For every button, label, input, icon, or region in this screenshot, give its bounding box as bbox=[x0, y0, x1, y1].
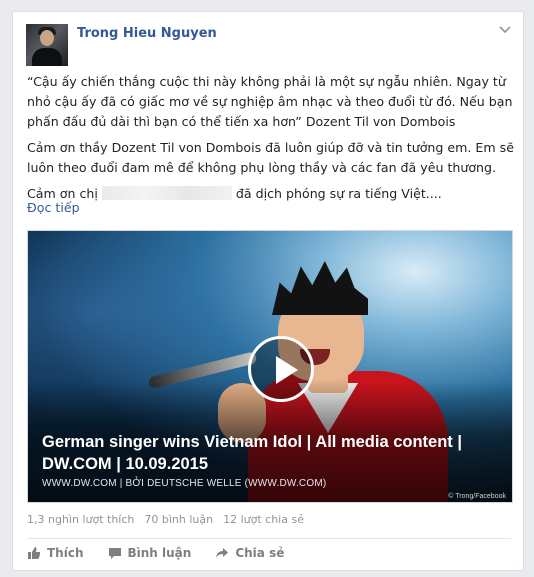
post-paragraph-thanks: Cảm ơn thầy Dozent Til von Dombois đã lu… bbox=[27, 140, 514, 175]
see-more-link[interactable]: Đọc tiếp bbox=[27, 200, 80, 215]
shares-count[interactable]: 12 lượt chia sẻ bbox=[223, 513, 304, 526]
action-bar: Thích Bình luận Chia sẻ bbox=[27, 543, 284, 563]
blurred-name bbox=[101, 186, 232, 200]
share-button[interactable]: Chia sẻ bbox=[215, 543, 284, 563]
post-body: “Cậu ấy chiến thắng cuộc thi này không p… bbox=[27, 72, 515, 210]
comment-label: Bình luận bbox=[127, 546, 192, 560]
video-title[interactable]: German singer wins Vietnam Idol | All me… bbox=[42, 431, 512, 475]
comment-button[interactable]: Bình luận bbox=[108, 543, 192, 563]
thumbs-up-icon bbox=[28, 547, 41, 559]
like-label: Thích bbox=[47, 546, 84, 560]
photo-credit: © Trong/Facebook bbox=[448, 493, 506, 500]
share-arrow-icon bbox=[216, 548, 229, 558]
post-paragraph-quote: “Cậu ấy chiến thắng cuộc thi này không p… bbox=[27, 74, 513, 129]
chevron-down-icon[interactable] bbox=[497, 24, 513, 36]
share-label: Chia sẻ bbox=[235, 546, 285, 560]
comment-icon bbox=[108, 548, 121, 559]
post-paragraph-translator: Cảm ơn chị đã dịch phóng sự ra tiếng Việt… bbox=[27, 184, 515, 204]
like-button[interactable]: Thích bbox=[27, 543, 84, 563]
likes-count[interactable]: 1,3 nghìn lượt thích bbox=[27, 513, 134, 526]
author-name[interactable]: Trong Hieu Nguyen bbox=[77, 26, 217, 41]
thanks-suffix: đã dịch phóng sự ra tiếng Việt.... bbox=[235, 186, 442, 201]
actions-divider bbox=[27, 538, 511, 539]
video-source: WWW.DW.COM | BỞI DEUTSCHE WELLE (WWW.DW.… bbox=[42, 478, 327, 489]
thanks-prefix: Cảm ơn chị bbox=[27, 186, 98, 201]
play-button-icon[interactable] bbox=[248, 336, 314, 402]
avatar-shoulders bbox=[32, 48, 62, 66]
comments-count[interactable]: 70 bình luận bbox=[144, 513, 213, 526]
avatar-face bbox=[40, 30, 54, 46]
post-card: Trong Hieu Nguyen “Cậu ấy chiến thắng cu… bbox=[12, 11, 524, 571]
shared-video[interactable]: German singer wins Vietnam Idol | All me… bbox=[27, 230, 513, 503]
avatar[interactable] bbox=[26, 24, 68, 66]
engagement-stats: 1,3 nghìn lượt thích 70 bình luận 12 lượ… bbox=[27, 513, 304, 526]
